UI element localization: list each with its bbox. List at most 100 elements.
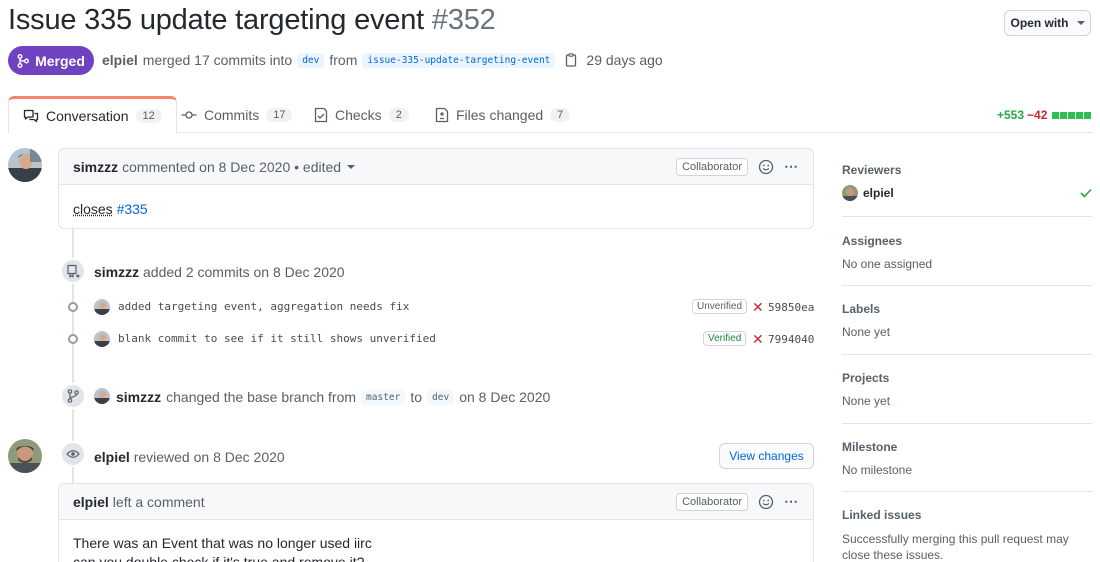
pr-tabs: Conversation 12 Commits 17 Checks 2 File… <box>8 96 1092 133</box>
diffstat-bar <box>1052 112 1091 119</box>
verified-badge[interactable]: Verified <box>703 331 746 346</box>
merged-label: Merged <box>35 53 85 69</box>
commits-event-author[interactable]: simzzz <box>94 264 139 280</box>
head-branch[interactable]: issue-335-update-targeting-event <box>362 53 555 68</box>
diff-deletions: −42 <box>1027 108 1047 122</box>
commit-dot-icon <box>68 334 78 344</box>
merged-state-badge: Merged <box>8 46 94 75</box>
comment-author[interactable]: elpiel <box>73 494 109 510</box>
kebab-horizontal-icon[interactable]: ⋯ <box>784 493 799 510</box>
linked-issues-heading[interactable]: Linked issues <box>842 508 921 522</box>
unverified-badge[interactable]: Unverified <box>692 299 747 314</box>
tab-files-changed-label: Files changed <box>456 107 543 123</box>
review-event-text: reviewed on 8 Dec 2020 <box>134 449 285 465</box>
branch-to-text: to <box>410 389 422 405</box>
assignees-heading[interactable]: Assignees <box>842 234 902 248</box>
user-avatar-image <box>8 148 42 182</box>
tab-checks[interactable]: Checks 2 <box>314 96 409 133</box>
sidebar-divider <box>842 423 1092 424</box>
collaborator-badge: Collaborator <box>676 493 748 511</box>
tab-conversation[interactable]: Conversation 12 <box>8 96 177 134</box>
repo-push-badge <box>60 258 86 284</box>
pr-number: #352 <box>432 4 496 36</box>
status-fail-icon[interactable]: ✕ <box>752 331 764 348</box>
from-text: from <box>329 52 357 68</box>
comment-body: There was an Event that was no longer us… <box>59 520 813 562</box>
base-branch[interactable]: dev <box>297 53 324 68</box>
diff-block <box>1060 112 1067 119</box>
tab-checks-label: Checks <box>335 107 382 123</box>
commit-message[interactable]: added targeting event, aggregation needs… <box>118 300 409 313</box>
tab-files-changed-count: 7 <box>550 108 570 122</box>
commits-event: simzzz added 2 commits on 8 Dec 2020 <box>94 264 345 280</box>
linked-issues-value: Successfully merging this pull request m… <box>842 531 1094 562</box>
sidebar-divider <box>842 354 1092 355</box>
smiley-icon[interactable] <box>758 159 774 175</box>
projects-value: None yet <box>842 394 890 408</box>
avatar[interactable] <box>94 299 110 315</box>
commit-sha[interactable]: 59850ea <box>768 301 814 314</box>
avatar[interactable] <box>94 331 110 347</box>
eye-icon <box>66 449 80 459</box>
collaborator-badge: Collaborator <box>676 158 748 176</box>
diff-block <box>1068 112 1075 119</box>
smiley-icon[interactable] <box>758 494 774 510</box>
tab-conversation-count: 12 <box>136 109 162 123</box>
git-merge-icon <box>17 54 29 68</box>
commit-message[interactable]: blank commit to see if it still shows un… <box>118 332 436 345</box>
review-event-author[interactable]: elpiel <box>94 449 130 465</box>
tab-commits-label: Commits <box>204 107 259 123</box>
merge-time: 29 days ago <box>586 52 662 68</box>
branch-event-date[interactable]: on 8 Dec 2020 <box>459 389 550 405</box>
git-branch-badge <box>60 383 86 409</box>
comment-box: simzzz commented on 8 Dec 2020 • edited … <box>58 148 814 229</box>
kebab-horizontal-icon[interactable]: ⋯ <box>784 158 799 175</box>
commit-sha[interactable]: 7994040 <box>768 333 814 346</box>
user-avatar-image <box>94 299 110 315</box>
avatar[interactable] <box>94 388 110 404</box>
view-changes-button[interactable]: View changes <box>719 443 814 469</box>
sidebar-divider <box>842 491 1092 492</box>
tab-files-changed[interactable]: Files changed 7 <box>435 96 570 133</box>
labels-heading[interactable]: Labels <box>842 302 880 316</box>
diffstat[interactable]: +553 −42 <box>997 108 1091 122</box>
repo-push-icon <box>66 264 80 278</box>
sidebar-divider <box>842 216 1092 217</box>
tab-commits-count: 17 <box>266 108 292 122</box>
avatar[interactable] <box>842 185 858 201</box>
user-avatar-image <box>842 185 858 201</box>
pr-title-text: Issue 335 update targeting event <box>8 4 424 36</box>
branch-event-text: changed the base branch from <box>166 389 356 405</box>
branch-event-author[interactable]: simzzz <box>116 389 161 405</box>
comment-author[interactable]: simzzz <box>73 159 118 175</box>
status-fail-icon[interactable]: ✕ <box>752 299 764 316</box>
new-base-branch[interactable]: dev <box>427 390 454 405</box>
avatar[interactable] <box>8 439 42 473</box>
file-diff-icon <box>435 107 449 123</box>
caret-down-icon <box>1077 21 1085 25</box>
merge-summary: elpiel merged 17 commits into dev from i… <box>102 52 663 68</box>
projects-heading[interactable]: Projects <box>842 371 889 385</box>
comment-line: can you double check if it's true and re… <box>73 553 799 562</box>
merge-author-link[interactable]: elpiel <box>102 52 138 68</box>
comment-header: simzzz commented on 8 Dec 2020 • edited … <box>59 149 813 185</box>
diff-additions: +553 <box>997 108 1024 122</box>
labels-value: None yet <box>842 325 890 339</box>
commits-event-text: added 2 commits on 8 Dec 2020 <box>143 264 345 280</box>
reviewers-heading[interactable]: Reviewers <box>842 163 901 177</box>
git-branch-icon <box>67 389 79 403</box>
comment-meta[interactable]: commented on 8 Dec 2020 • edited <box>122 159 341 175</box>
sidebar-divider <box>842 285 1092 286</box>
git-commit-icon <box>181 108 197 122</box>
milestone-heading[interactable]: Milestone <box>842 440 897 454</box>
edited-caret-icon[interactable] <box>347 165 355 169</box>
reviewer-name[interactable]: elpiel <box>863 186 894 200</box>
copy-icon[interactable] <box>564 53 578 67</box>
comment-discussion-icon <box>23 109 39 123</box>
diff-block <box>1084 112 1091 119</box>
avatar[interactable] <box>8 148 42 182</box>
open-with-button[interactable]: Open with <box>1004 10 1091 36</box>
issue-link[interactable]: #335 <box>117 201 148 217</box>
tab-commits[interactable]: Commits 17 <box>181 96 292 133</box>
diff-block <box>1052 112 1059 119</box>
